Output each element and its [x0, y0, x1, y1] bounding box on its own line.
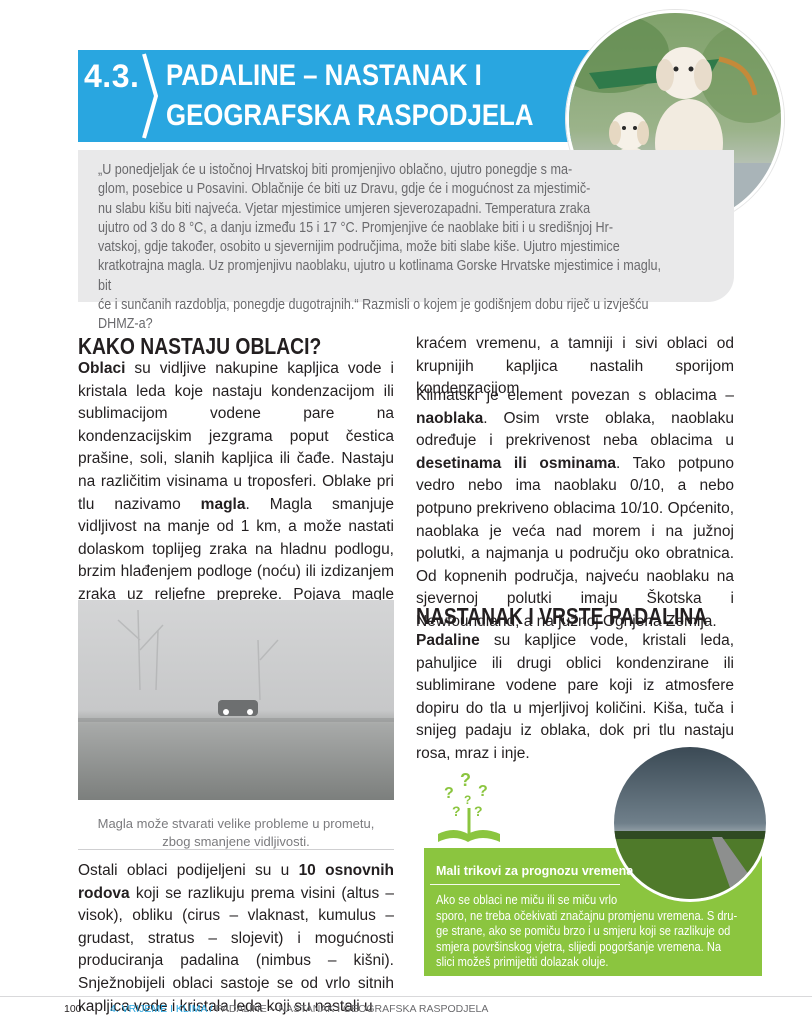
- text-run: su kapljice vode, kristali leda, pahulji…: [416, 632, 734, 762]
- intro-line: ujutro od 3 do 8 °C, a danju između 15 i…: [98, 218, 614, 236]
- svg-text:?: ?: [460, 770, 471, 790]
- footer-breadcrumb: 4. VRIJEME I KLIMA / PADALINE – NASTANAK…: [110, 1003, 488, 1015]
- storm-road-photo: [611, 744, 769, 902]
- intro-line: će i sunčanih razdoblja, ponegdje dugotr…: [98, 296, 649, 333]
- svg-text:?: ?: [452, 803, 461, 819]
- term-naoblaka: naoblaka: [416, 409, 484, 427]
- intro-quote: „U ponedjeljak će u istočnoj Hrvatskoj b…: [98, 160, 674, 334]
- intro-line: kratkotrajna magla. Uz promjenjivu naobl…: [98, 257, 662, 294]
- caption-line: Magla može stvarati velike probleme u pr…: [97, 816, 375, 831]
- page-number: 100: [64, 1003, 82, 1015]
- term-oblaci: Oblaci: [78, 360, 126, 377]
- tip-heading: Mali trikovi za prognozu vremena: [436, 864, 634, 878]
- header-chevron: [142, 53, 159, 139]
- text-run: Ostali oblaci podijeljeni su u: [78, 862, 299, 879]
- text-run: Klimatski je element povezan s oblacima …: [416, 387, 734, 404]
- naoblaka-paragraph: Klimatski je element povezan s oblacima …: [416, 385, 734, 634]
- tip-divider: [430, 884, 620, 885]
- svg-text:?: ?: [474, 803, 483, 819]
- intro-line: vatskoj, gdje također, osobito u sjevern…: [98, 238, 620, 256]
- fog-caption: Magla može stvarati velike probleme u pr…: [78, 815, 394, 851]
- tip-line: slici možeš primijetiti dolazak oluje.: [436, 955, 609, 970]
- fog-road-photo: [78, 600, 394, 800]
- caption-divider: [78, 849, 394, 850]
- cloud-genera-paragraph: Ostali oblaci podijeljeni su u 10 osnovn…: [78, 860, 394, 1018]
- intro-line: „U ponedjeljak će u istočnoj Hrvatskoj b…: [98, 161, 573, 178]
- term-magla: magla: [200, 495, 246, 513]
- tip-line: ge strane, ako se pomiču brzo i u smjeru…: [436, 924, 731, 939]
- term-desetine-osmine: desetinama ili osminama: [416, 454, 617, 472]
- book-question-icon: ? ? ? ? ? ?: [438, 770, 500, 842]
- section-heading-clouds: KAKO NASTAJU OBLACI?: [78, 333, 322, 359]
- tip-line: Ako se oblaci ne miču ili se miču vrlo: [436, 893, 618, 907]
- title-line-2: GEOGRAFSKA RASPODJELA: [166, 99, 534, 132]
- footer-section: PADALINE – NASTANAK I GEOGRAFSKA RASPODJ…: [215, 1003, 489, 1015]
- section-heading-precipitation: NASTANAK I VRSTE PADALINA: [416, 603, 708, 629]
- title-line-1: PADALINE – NASTANAK I: [166, 59, 482, 92]
- footer-divider: [0, 996, 812, 997]
- footer-separator: /: [206, 1003, 216, 1015]
- intro-line: nu slabu kišu biti najveća. Vjetar mjest…: [98, 199, 591, 217]
- footer-chapter: 4. VRIJEME I KLIMA: [110, 1003, 207, 1015]
- term-padaline: Padaline: [416, 632, 480, 649]
- tip-line: smjera površinskog vjetra, slijedi pogor…: [436, 939, 722, 954]
- svg-text:?: ?: [444, 785, 454, 802]
- svg-text:?: ?: [464, 793, 471, 807]
- tip-line: sporo, ne treba očekivati značajnu promj…: [436, 908, 738, 923]
- svg-text:?: ?: [478, 783, 488, 800]
- section-number: 4.3.: [84, 58, 140, 94]
- page-title: PADALINE – NASTANAK I GEOGRAFSKA RASPODJ…: [166, 56, 534, 136]
- tip-text: Ako se oblaci ne miču ili se miču vrlo s…: [436, 893, 749, 971]
- text-run: su vidljive nakupine kapljica vode i kri…: [78, 360, 394, 513]
- intro-line: glom, posebice u Posavini. Oblačnije će …: [98, 180, 591, 198]
